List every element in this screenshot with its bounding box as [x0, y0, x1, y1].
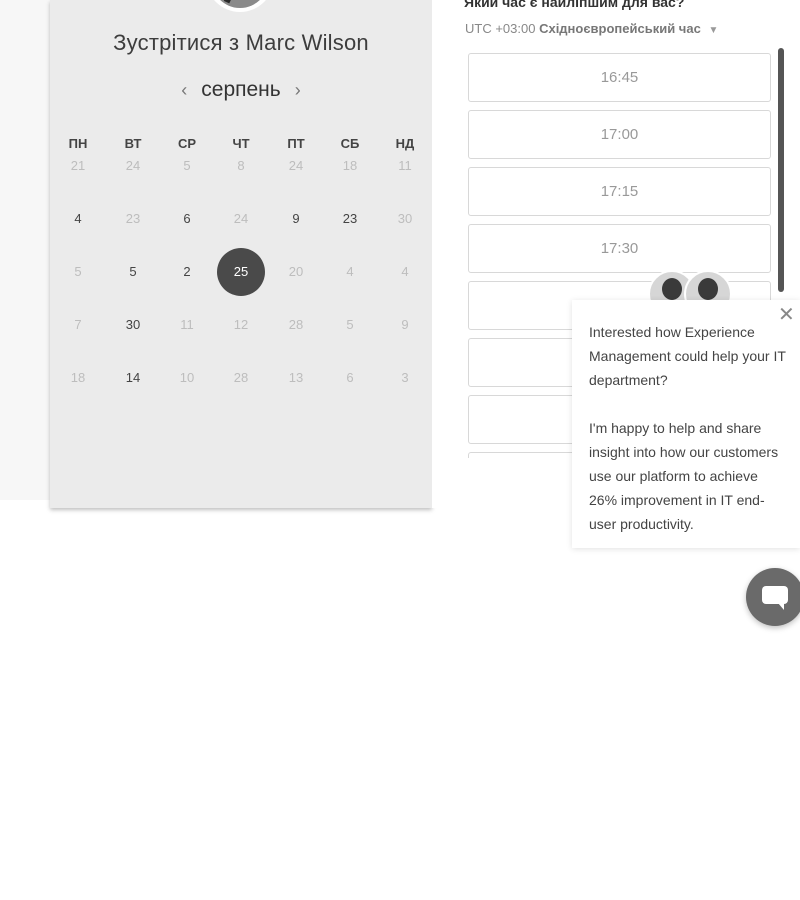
chat-launcher-button[interactable]: [746, 568, 800, 626]
time-slot-scrollbar[interactable]: [778, 48, 784, 292]
timezone-offset: UTC +03:00: [465, 21, 536, 36]
host-name: Marc Wilson: [245, 30, 369, 55]
weekday-label: СР: [177, 136, 197, 151]
weekday-label: НД: [395, 136, 415, 151]
calendar-week-row: 4 23 6 24 9 23 30: [50, 211, 432, 251]
time-slot-button[interactable]: 17:30: [468, 224, 771, 273]
calendar-day[interactable]: 2: [163, 264, 211, 279]
calendar-day: 18: [70, 370, 86, 385]
calendar-day: 20: [288, 264, 304, 279]
calendar-day: 30: [397, 211, 413, 226]
chevron-left-icon[interactable]: ‹: [181, 81, 187, 99]
calendar-day[interactable]: 6: [163, 211, 211, 226]
calendar-day[interactable]: 30: [109, 317, 157, 332]
page-backdrop: [0, 0, 50, 500]
chat-popup: ✕ Interested how Experience Management c…: [572, 300, 800, 548]
chat-bubble-icon: [762, 586, 788, 610]
calendar-day: 28: [233, 370, 249, 385]
weekday-label: ПТ: [287, 136, 305, 151]
calendar-day: 6: [346, 370, 354, 385]
calendar-day: 7: [74, 317, 82, 332]
weekday-label: ЧТ: [232, 136, 250, 151]
weekday-label: ПН: [68, 136, 88, 151]
calendar-day[interactable]: 4: [54, 211, 102, 226]
calendar-day: 5: [183, 158, 191, 173]
chevron-right-icon[interactable]: ›: [295, 81, 301, 99]
calendar-day[interactable]: 5: [109, 264, 157, 279]
calendar-panel: Зустрітися з Marc Wilson ‹ серпень › ПН В…: [50, 0, 432, 508]
time-slot-button[interactable]: 17:15: [468, 167, 771, 216]
weekday-label: СБ: [340, 136, 360, 151]
timezone-name: Східноєвропейський час: [539, 21, 701, 36]
calendar-day: 24: [125, 158, 141, 173]
calendar-day: 4: [401, 264, 409, 279]
calendar-week-row: 7 30 11 12 28 5 9: [50, 317, 432, 357]
meeting-title-prefix: Зустрітися з: [113, 30, 240, 55]
calendar-day: 4: [346, 264, 354, 279]
calendar-day: 5: [74, 264, 82, 279]
calendar-day: 5: [346, 317, 354, 332]
calendar-day: 8: [237, 158, 245, 173]
calendar-day: 24: [233, 211, 249, 226]
chat-message-line-1: Interested how Experience Management cou…: [589, 324, 786, 388]
calendar-day[interactable]: 14: [109, 370, 157, 385]
calendar-day: 12: [233, 317, 249, 332]
meeting-title: Зустрітися з Marc Wilson: [50, 30, 432, 56]
calendar-day: 21: [70, 158, 86, 173]
calendar-day: 18: [342, 158, 358, 173]
time-question: Який час є найліпшим для вас?: [464, 0, 685, 10]
calendar-day: 23: [125, 211, 141, 226]
host-avatar: [206, 0, 274, 12]
chat-message-line-2: I'm happy to help and share insight into…: [589, 420, 779, 532]
month-navigation: ‹ серпень ›: [50, 76, 432, 104]
calendar-day: 9: [401, 317, 409, 332]
calendar-day: 11: [180, 317, 194, 332]
time-slot-button[interactable]: 16:45: [468, 53, 771, 102]
calendar-week-row: 21 24 5 8 24 18 11: [50, 158, 432, 198]
caret-down-icon: ▼: [708, 25, 719, 36]
calendar-day: 11: [398, 158, 412, 173]
calendar-day[interactable]: 23: [326, 211, 374, 226]
calendar-week-row: 18 14 10 28 13 6 3: [50, 370, 432, 410]
calendar-day: 24: [288, 158, 304, 173]
chat-message: Interested how Experience Management cou…: [589, 320, 789, 560]
calendar-day-selected[interactable]: 25: [217, 248, 265, 296]
calendar-day: 10: [179, 370, 195, 385]
calendar-day[interactable]: 9: [272, 211, 320, 226]
calendar-day: 28: [288, 317, 304, 332]
weekday-label: ВТ: [124, 136, 142, 151]
calendar-day: 13: [288, 370, 304, 385]
month-label: серпень: [201, 78, 281, 101]
time-slot-button[interactable]: 17:00: [468, 110, 771, 159]
timezone-selector[interactable]: UTC +03:00 Східноєвропейський час ▼: [465, 21, 718, 36]
calendar-day: 3: [401, 370, 409, 385]
calendar-week-row: 5 5 2 25 20 4 4: [50, 248, 432, 304]
